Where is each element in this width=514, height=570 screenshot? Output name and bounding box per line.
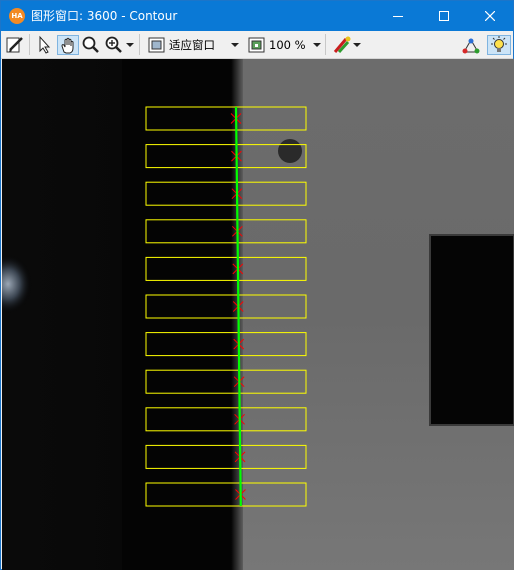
image-canvas [2,59,514,570]
pan-button[interactable] [57,35,79,55]
dark-band [122,59,237,570]
zoom-dropdown-arrow[interactable] [126,43,134,47]
close-button[interactable] [467,1,513,31]
title-bar[interactable]: HA 图形窗口: 3600 - Contour [1,1,513,31]
color-dropdown-arrow[interactable] [353,43,361,47]
fit-window-dropdown-arrow[interactable] [231,43,239,47]
magnify-icon [82,36,99,53]
maximize-icon [439,11,449,21]
zoom-button[interactable] [104,35,124,55]
fit-window-button[interactable] [147,35,167,55]
magnify-button[interactable] [81,35,101,55]
pixel-info-icon [462,38,480,54]
zoom-image-icon [248,37,265,53]
toolbar: 适应窗口 100 % [1,31,513,59]
app-icon: HA [9,8,25,24]
zoom-level-dropdown-arrow[interactable] [313,43,321,47]
lightbulb-icon [491,36,507,52]
graphics-window: HA 图形窗口: 3600 - Contour 适应窗口 100 % [0,0,514,570]
color-paint-icon [333,36,351,54]
minimize-button[interactable] [375,1,421,31]
visualize-button[interactable] [487,35,511,55]
zoom-in-icon [105,36,122,53]
dark-rectangle-feature [429,234,514,426]
toolbar-separator [325,34,326,55]
image-display[interactable] [2,59,514,570]
dark-hole [278,139,302,163]
fit-window-icon [148,37,165,53]
zoom-image-button[interactable] [247,35,267,55]
color-button[interactable] [332,35,352,55]
minimize-icon [393,16,403,17]
close-icon [485,11,495,21]
fit-window-label[interactable]: 适应窗口 [169,35,215,55]
window-title: 图形窗口: 3600 - Contour [31,9,178,23]
pointer-button[interactable] [34,35,54,55]
pixel-info-button[interactable] [461,35,481,55]
maximize-button[interactable] [421,1,467,31]
hand-pan-icon [61,37,74,54]
edit-pencil-icon [6,37,23,53]
toolbar-separator [139,34,140,55]
toolbar-separator [29,34,30,55]
pointer-icon [39,35,51,54]
zoom-level[interactable]: 100 % [269,35,306,55]
edit-button[interactable] [5,35,25,55]
